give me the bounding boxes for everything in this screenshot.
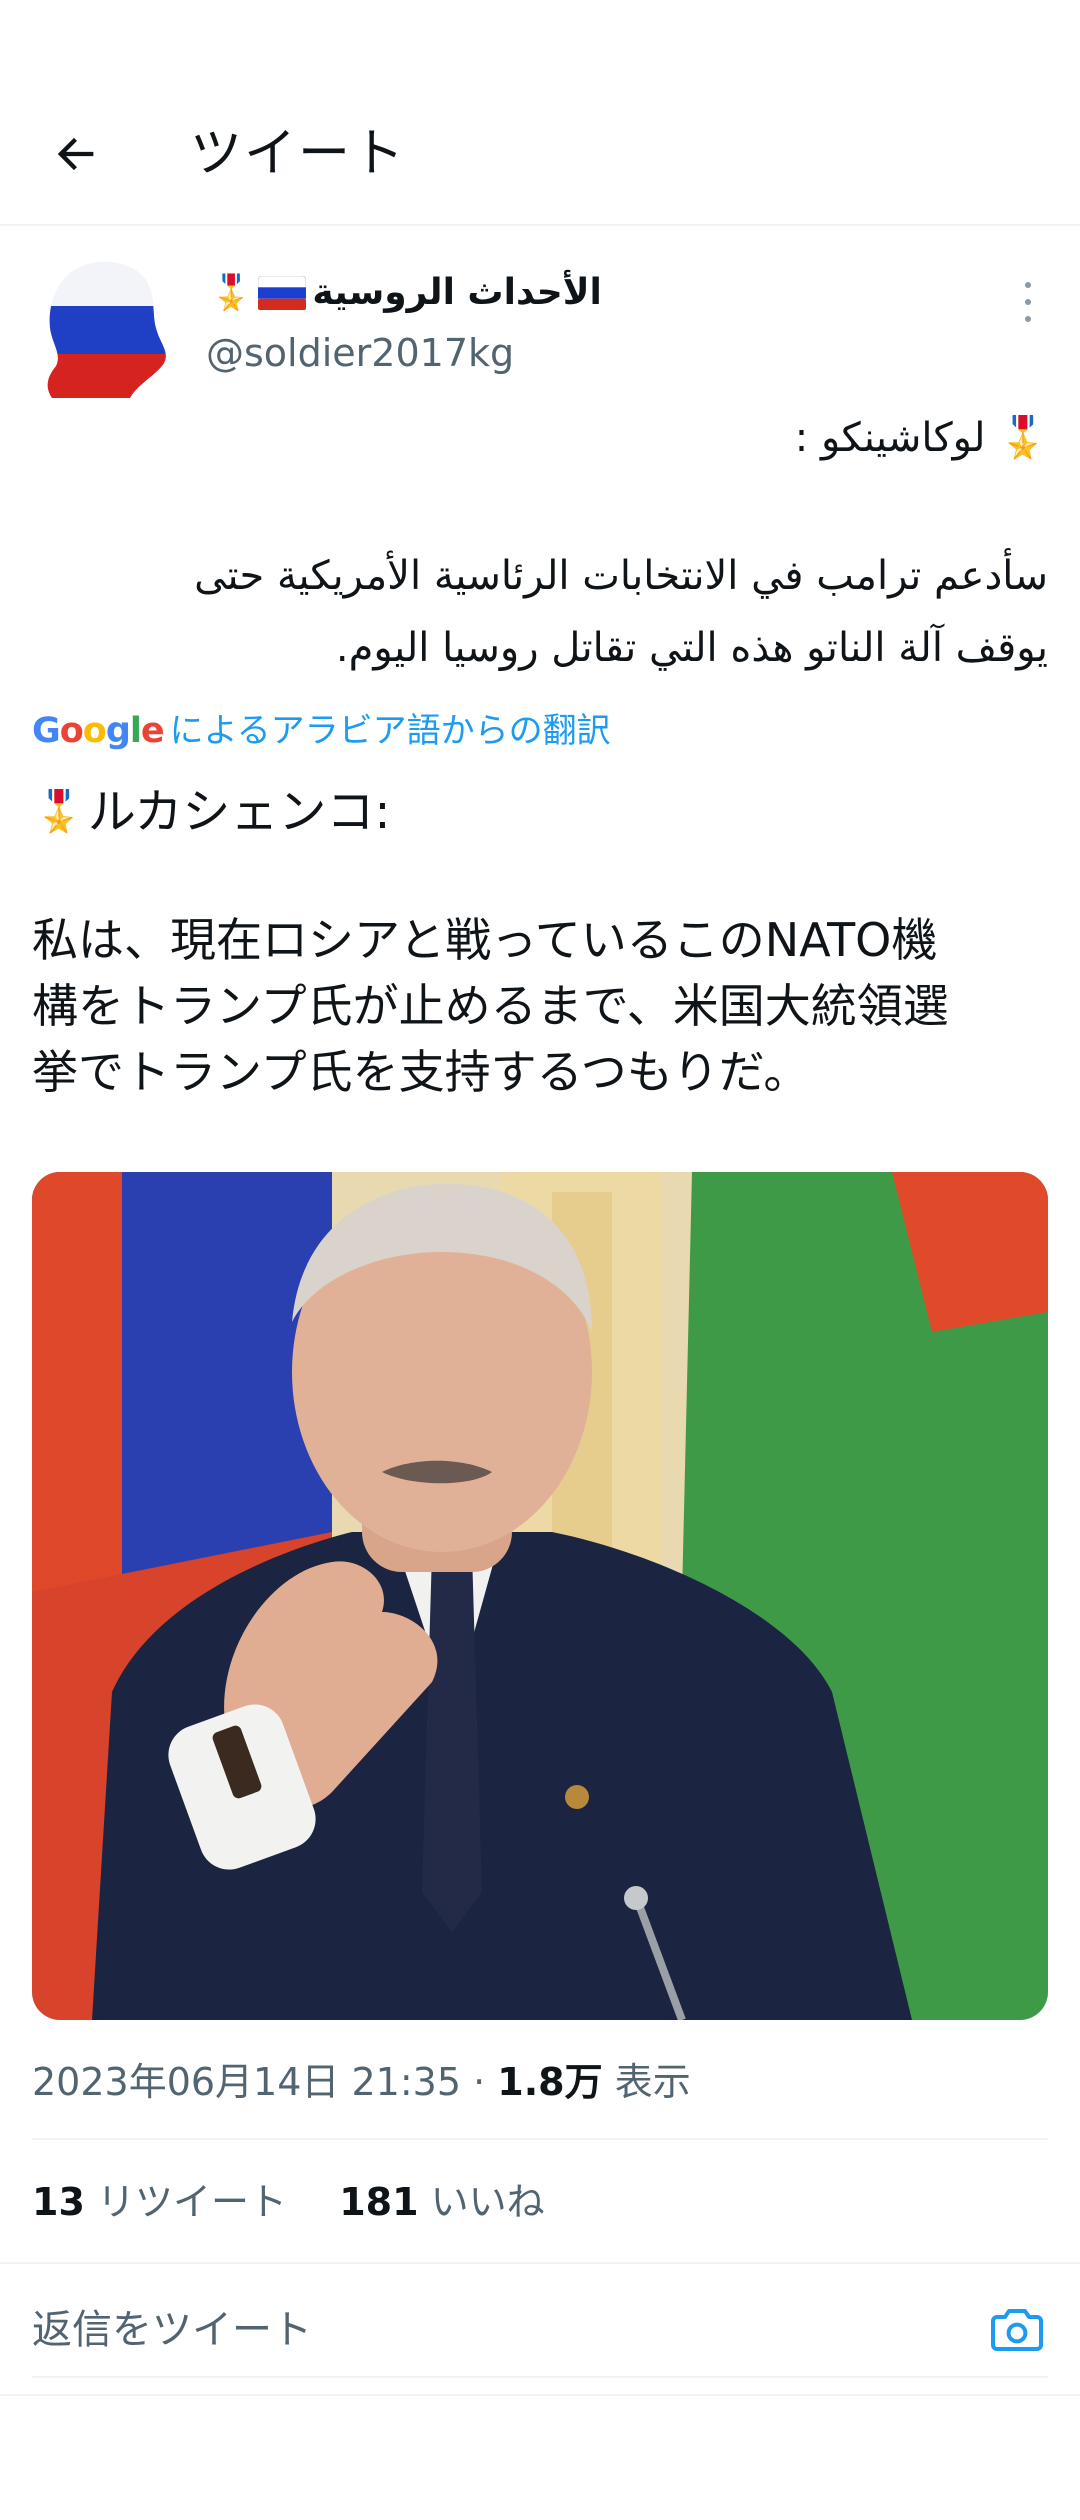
more-dot [1025,282,1031,288]
more-dot [1025,299,1031,305]
avatar[interactable] [34,258,170,402]
russia-flag-icon [258,276,307,310]
medal-icon: 🎖️ [210,273,253,313]
tweet-timestamp[interactable]: 2023年06月14日 21:35 [32,2060,461,2104]
retweets-stat[interactable]: 13 リツイート [32,2180,299,2224]
translation-heading: ルカシェンコ: [87,784,391,840]
likes-label: いいね [430,2180,545,2224]
tweet-stats: 13 リツイート 181 いいね [32,2174,545,2230]
views-count: 1.8万 [497,2060,603,2104]
tweet-photo[interactable] [32,1172,1048,2020]
header-divider [0,224,1080,226]
likes-stat[interactable]: 181 いいね [339,2180,544,2224]
retweets-label: リツイート [96,2180,287,2224]
photo-image [32,1172,1048,2020]
more-button[interactable] [1008,282,1048,322]
reply-input[interactable]: 返信をツイート [32,2302,312,2358]
author-name-row[interactable]: 🎖️ الأحداث الروسية [210,270,602,316]
meta-separator: · [473,2060,498,2104]
translation-line-2: 構をトランプ氏が止めるまで、米国大統領選 [32,979,949,1033]
translation-line-3: 挙でトランプ氏を支持するつもりだ。 [32,1045,810,1099]
tweet-original-line-1: 🎖️ لوكاشينكو : [794,415,1048,461]
likes-count: 181 [339,2180,419,2224]
arrow-left-icon [57,137,94,171]
meta-divider [32,2138,1048,2140]
more-dot [1025,316,1031,322]
back-button[interactable] [40,118,112,190]
translation-attribution[interactable]: Google によるアラビア語からの翻訳 [32,708,611,754]
camera-icon [991,2309,1043,2351]
stats-divider [0,2262,1080,2264]
translation-label: によるアラビア語からの翻訳 [169,711,611,751]
retweets-count: 13 [32,2180,85,2224]
camera-button[interactable] [986,2302,1048,2358]
translation-line-1: 私は、現在ロシアと戦っているこのNATO機 [32,913,938,967]
avatar-image [47,261,166,399]
views-label: 表示 [614,2060,691,2104]
translation-heading-row: 🎖️ ルカシェンコ: [34,780,391,844]
bottom-divider [0,2394,1080,2396]
medal-icon: 🎖️ [34,789,84,835]
page-title: ツイート [190,124,407,184]
reply-underline [32,2376,1048,2378]
author-display-name: الأحداث الروسية [312,272,602,313]
google-logo: Google [32,711,165,751]
tweet-meta: 2023年06月14日 21:35 · 1.8万 表示 [32,2054,691,2110]
author-handle[interactable]: @soldier2017kg [206,328,514,378]
tweet-original-line-3: يوقف آلة الناتو هذه التي تقاتل روسيا الي… [335,625,1048,671]
tweet-original-line-2: سأدعم ترامب في الانتخابات الرئاسية الأمر… [194,553,1048,599]
